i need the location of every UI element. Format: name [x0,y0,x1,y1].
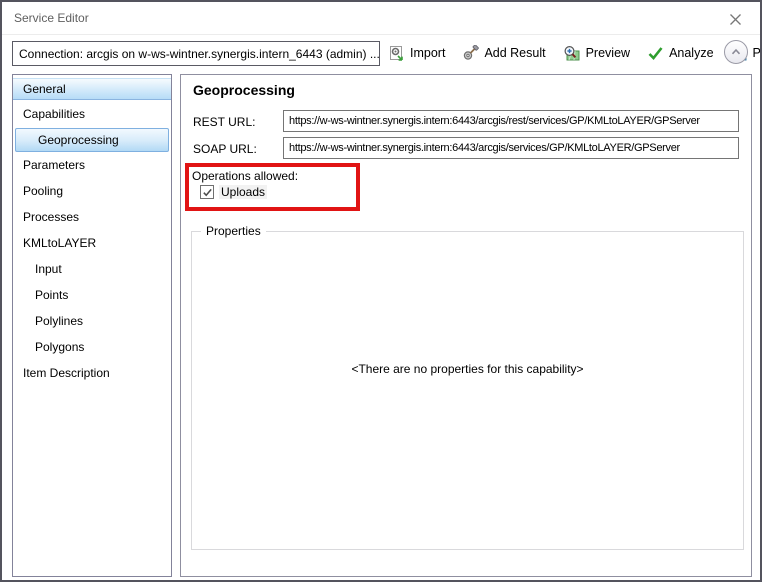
analyze-label: Analyze [669,46,713,60]
import-button[interactable]: Import [388,45,445,62]
sidebar-item-item-description[interactable]: Item Description [13,360,171,386]
add-result-button[interactable]: Add Result [462,45,545,62]
sidebar-item-pooling[interactable]: Pooling [13,178,171,204]
soap-url-label: SOAP URL: [193,142,257,156]
magnifier-map-icon [563,45,581,62]
chevron-up-icon [729,45,743,59]
operations-allowed-label: Operations allowed: [192,169,298,183]
sidebar-item-general[interactable]: General [13,78,171,100]
close-button[interactable] [724,8,746,30]
sidebar-item-capabilities[interactable]: Capabilities [13,100,171,128]
publish-label: Publish [753,46,762,60]
main-panel: Geoprocessing REST URL: https://w-ws-win… [180,74,752,577]
soap-url-field[interactable]: https://w-ws-wintner.synergis.intern:644… [283,137,739,159]
window-title: Service Editor [14,11,89,25]
sidebar-item-kmltolayer[interactable]: KMLtoLAYER [13,230,171,256]
checkmark-icon [202,187,213,198]
sidebar-item-input[interactable]: Input [13,256,171,282]
sidebar-nav: General Capabilities Geoprocessing Param… [12,74,172,577]
sidebar-item-polylines[interactable]: Polylines [13,308,171,334]
sidebar-item-parameters[interactable]: Parameters [13,152,171,178]
titlebar: Service Editor [2,2,760,34]
page-title: Geoprocessing [193,82,295,98]
add-result-label: Add Result [484,46,545,60]
properties-empty-message: <There are no properties for this capabi… [192,362,743,376]
toolbar: Connection: arcgis on w-ws-wintner.syner… [2,35,760,73]
connection-dropdown[interactable]: Connection: arcgis on w-ws-wintner.syner… [12,41,380,66]
import-label: Import [410,46,445,60]
rest-url-label: REST URL: [193,115,255,129]
sidebar-item-polygons[interactable]: Polygons [13,334,171,360]
gear-hammer-icon [462,45,479,62]
rest-url-field[interactable]: https://w-ws-wintner.synergis.intern:644… [283,110,739,132]
service-editor-window: Service Editor Connection: arcgis on w-w… [0,0,762,582]
import-gear-page-icon [388,45,405,62]
properties-group-legend: Properties [201,224,266,238]
uploads-checkbox-label: Uploads [219,185,267,199]
uploads-checkbox-row[interactable]: Uploads [200,185,267,199]
sidebar-item-processes[interactable]: Processes [13,204,171,230]
preview-label: Preview [586,46,630,60]
preview-button[interactable]: Preview [563,45,630,62]
sidebar-item-points[interactable]: Points [13,282,171,308]
toolbar-buttons: Import Add Result P [388,38,762,68]
analyze-button[interactable]: Analyze [647,45,713,61]
properties-group: Properties <There are no properties for … [191,231,744,550]
close-icon [729,13,742,26]
uploads-checkbox[interactable] [200,185,214,199]
collapse-panel-button[interactable] [724,40,748,64]
green-check-icon [647,45,664,61]
sidebar-item-geoprocessing[interactable]: Geoprocessing [15,128,169,152]
